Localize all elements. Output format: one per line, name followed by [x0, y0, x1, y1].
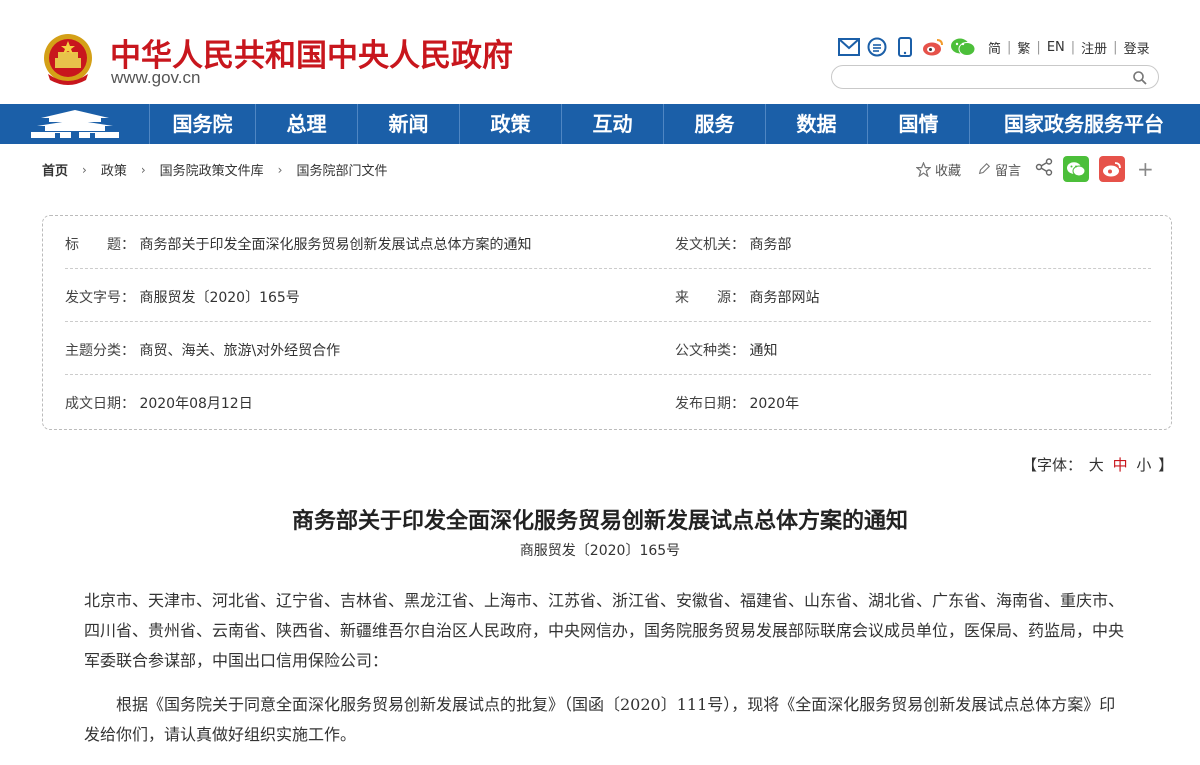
info-cell: 公文种类： 通知 — [675, 340, 777, 360]
chevron-right-icon: › — [140, 162, 146, 177]
nav-logo[interactable] — [0, 104, 150, 144]
rss-icon[interactable] — [866, 36, 888, 58]
header-tools: 简 | 繁 | EN | 注册 | 登录 — [838, 36, 1150, 58]
search-icon[interactable] — [1132, 70, 1148, 86]
info-row: 标 题： 商务部关于印发全面深化服务贸易创新发展试点总体方案的通知 发文机关： … — [65, 216, 1151, 269]
info-cell: 发布日期： 2020年 — [675, 393, 799, 413]
info-value-issuer: 商务部 — [749, 237, 792, 253]
register-link[interactable]: 注册 — [1081, 38, 1107, 57]
comment-label: 留言 — [995, 163, 1022, 179]
language-links: 简 | 繁 | EN | 注册 | 登录 — [988, 38, 1150, 57]
info-cell: 主题分类： 商贸、海关、旅游\对外经贸合作 — [65, 340, 340, 360]
info-row: 主题分类： 商贸、海关、旅游\对外经贸合作 公文种类： 通知 — [65, 322, 1151, 375]
document-info-box: 标 题： 商务部关于印发全面深化服务贸易创新发展试点总体方案的通知 发文机关： … — [42, 215, 1172, 430]
nav-item-national-info[interactable]: 国情 — [868, 104, 970, 144]
article-actions: 收藏 留言 + — [916, 156, 1154, 182]
plus-icon[interactable]: + — [1137, 159, 1154, 179]
info-value-doc-no: 商服贸发〔2020〕165号 — [139, 290, 300, 306]
info-label-doc-type: 公文种类： — [675, 343, 745, 359]
font-size-control: 【字体： 大 中 小 】 — [1022, 454, 1173, 475]
site-header: 中华人民共和国中央人民政府 www.gov.cn 简 | 繁 | EN | 注册… — [0, 0, 1200, 104]
info-value-source: 商务部网站 — [749, 290, 820, 306]
info-label-source: 来 源： — [675, 290, 745, 306]
nav-item-premier[interactable]: 总理 — [256, 104, 358, 144]
info-row: 成文日期： 2020年08月12日 发布日期： 2020年 — [65, 375, 1151, 428]
search-box — [831, 65, 1159, 89]
breadcrumb: 首页 › 政策 › 国务院政策文件库 › 国务院部门文件 — [42, 160, 388, 180]
breadcrumb-policy-library[interactable]: 国务院政策文件库 — [160, 160, 264, 179]
font-size-small-button[interactable]: 小 — [1136, 456, 1151, 474]
breadcrumb-bar: 首页 › 政策 › 国务院政策文件库 › 国务院部门文件 收藏 留言 + — [0, 144, 1200, 196]
separator: | — [1070, 39, 1076, 55]
login-link[interactable]: 登录 — [1124, 38, 1150, 57]
wechat-icon[interactable] — [950, 36, 976, 58]
info-label-doc-no: 发文字号： — [65, 290, 135, 306]
info-label-issuer: 发文机关： — [675, 237, 745, 253]
font-size-suffix: 】 — [1158, 456, 1174, 474]
mobile-icon[interactable] — [894, 36, 916, 58]
nav-item-gov-service-platform[interactable]: 国家政务服务平台 — [970, 104, 1198, 144]
info-value-topic: 商贸、海关、旅游\对外经贸合作 — [139, 343, 341, 359]
article-body: 北京市、天津市、河北省、辽宁省、吉林省、黑龙江省、上海市、江苏省、浙江省、安徽省… — [84, 586, 1124, 764]
article-doc-number: 商服贸发〔2020〕165号 — [519, 543, 681, 559]
info-value-written-date: 2020年08月12日 — [139, 396, 253, 412]
share-weibo-button[interactable] — [1099, 156, 1126, 182]
info-label-publish-date: 发布日期： — [675, 396, 745, 412]
chevron-right-icon: › — [82, 162, 87, 177]
favorite-button[interactable]: 收藏 — [916, 160, 961, 179]
lang-traditional-link[interactable]: 繁 — [1017, 38, 1030, 57]
national-emblem-icon[interactable] — [42, 32, 94, 88]
font-size-large-button[interactable]: 大 — [1089, 456, 1104, 474]
separator: | — [1036, 39, 1041, 55]
tiananmen-icon — [30, 110, 119, 138]
info-row: 发文字号： 商服贸发〔2020〕165号 来 源： 商务部网站 — [65, 269, 1151, 322]
wechat-icon — [1067, 162, 1086, 177]
separator: | — [1113, 39, 1118, 55]
comment-button[interactable]: 留言 — [977, 160, 1021, 179]
site-url[interactable]: www.gov.cn — [111, 68, 200, 88]
nav-item-interaction[interactable]: 互动 — [562, 104, 664, 144]
info-cell: 来 源： 商务部网站 — [675, 287, 819, 307]
share-wechat-button[interactable] — [1063, 156, 1090, 182]
nav-item-data[interactable]: 数据 — [766, 104, 868, 144]
article-title: 商务部关于印发全面深化服务贸易创新发展试点总体方案的通知 — [291, 508, 908, 534]
pencil-icon — [978, 162, 991, 175]
info-cell: 发文机关： 商务部 — [675, 234, 791, 254]
info-cell: 成文日期： 2020年08月12日 — [65, 393, 253, 413]
font-size-prefix: 【字体： — [1022, 456, 1083, 474]
info-label-title: 标 题： — [65, 237, 135, 253]
article-paragraph: 根据《国务院关于同意全面深化服务贸易创新发展试点的批复》（国函〔2020〕111… — [84, 695, 1116, 744]
share-icon[interactable] — [1035, 158, 1053, 180]
nav-item-policy[interactable]: 政策 — [460, 104, 562, 144]
main-nav: 国务院 总理 新闻 政策 互动 服务 数据 国情 国家政务服务平台 — [0, 104, 1200, 144]
separator: | — [1007, 39, 1012, 55]
mail-icon[interactable] — [838, 36, 860, 58]
nav-item-news[interactable]: 新闻 — [358, 104, 460, 144]
info-cell: 标 题： 商务部关于印发全面深化服务贸易创新发展试点总体方案的通知 — [65, 234, 531, 254]
nav-item-state-council[interactable]: 国务院 — [150, 104, 256, 144]
breadcrumb-department-docs[interactable]: 国务院部门文件 — [296, 160, 387, 179]
font-size-medium-button[interactable]: 中 — [1113, 456, 1128, 474]
weibo-icon[interactable] — [922, 36, 944, 58]
info-label-written-date: 成文日期： — [65, 396, 135, 412]
chevron-right-icon: › — [277, 162, 283, 177]
info-value-title: 商务部关于印发全面深化服务贸易创新发展试点总体方案的通知 — [139, 237, 532, 253]
favorite-label: 收藏 — [935, 163, 962, 179]
lang-simplified-link[interactable]: 简 — [988, 38, 1001, 57]
nav-item-services[interactable]: 服务 — [664, 104, 766, 144]
info-value-doc-type: 通知 — [749, 343, 778, 359]
breadcrumb-policy[interactable]: 政策 — [101, 160, 127, 179]
info-cell: 发文字号： 商服贸发〔2020〕165号 — [65, 287, 300, 307]
breadcrumb-home[interactable]: 首页 — [42, 160, 68, 179]
star-icon — [916, 161, 931, 177]
info-label-topic: 主题分类： — [65, 343, 135, 359]
search-input[interactable] — [844, 68, 1124, 86]
lang-english-link[interactable]: EN — [1047, 40, 1065, 55]
article-paragraph: 北京市、天津市、河北省、辽宁省、吉林省、黑龙江省、上海市、江苏省、浙江省、安徽省… — [84, 591, 1125, 670]
weibo-icon — [1103, 162, 1121, 177]
info-value-publish-date: 2020年 — [749, 396, 800, 412]
